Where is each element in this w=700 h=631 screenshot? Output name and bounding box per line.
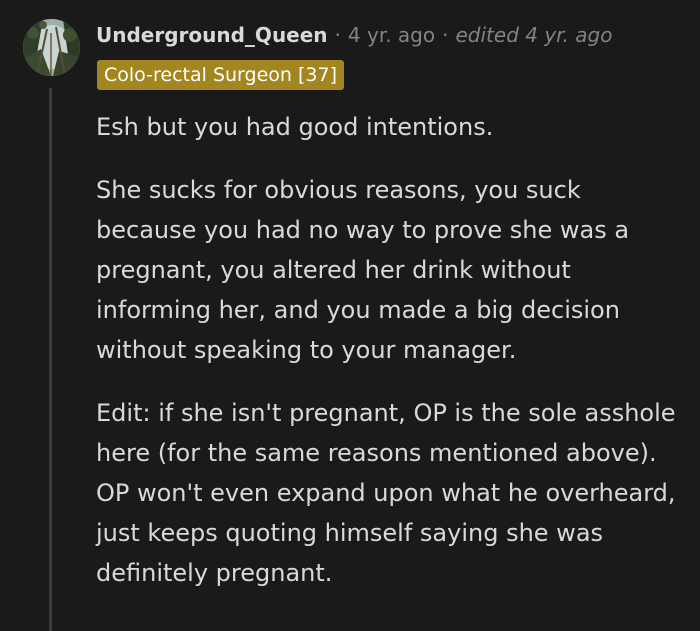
edited-label: edited 4 yr. ago	[455, 23, 613, 47]
comment-paragraph: Esh but you had good intentions.	[96, 113, 494, 141]
comment-paragraph: Edit: if she isn't pregnant, OP is the s…	[96, 399, 676, 587]
timestamp-link[interactable]: 4 yr. ago	[348, 23, 435, 47]
meta-separator: ·	[334, 23, 341, 47]
tree-canopy-avatar-icon	[23, 19, 80, 76]
comment: Underground_Queen · 4 yr. ago · edited 4…	[0, 0, 700, 631]
username-link[interactable]: Underground_Queen	[96, 23, 328, 47]
meta-separator: ·	[442, 23, 449, 47]
thread-collapse-line[interactable]	[49, 88, 52, 631]
user-flair-badge[interactable]: Colo-rectal Surgeon [37]	[97, 60, 344, 90]
comment-header: Underground_Queen · 4 yr. ago · edited 4…	[96, 19, 612, 51]
user-avatar[interactable]	[23, 19, 80, 76]
comment-paragraph: She sucks for obvious reasons, you suck …	[96, 176, 630, 364]
comment-body: Esh but you had good intentions. She suc…	[96, 107, 686, 616]
